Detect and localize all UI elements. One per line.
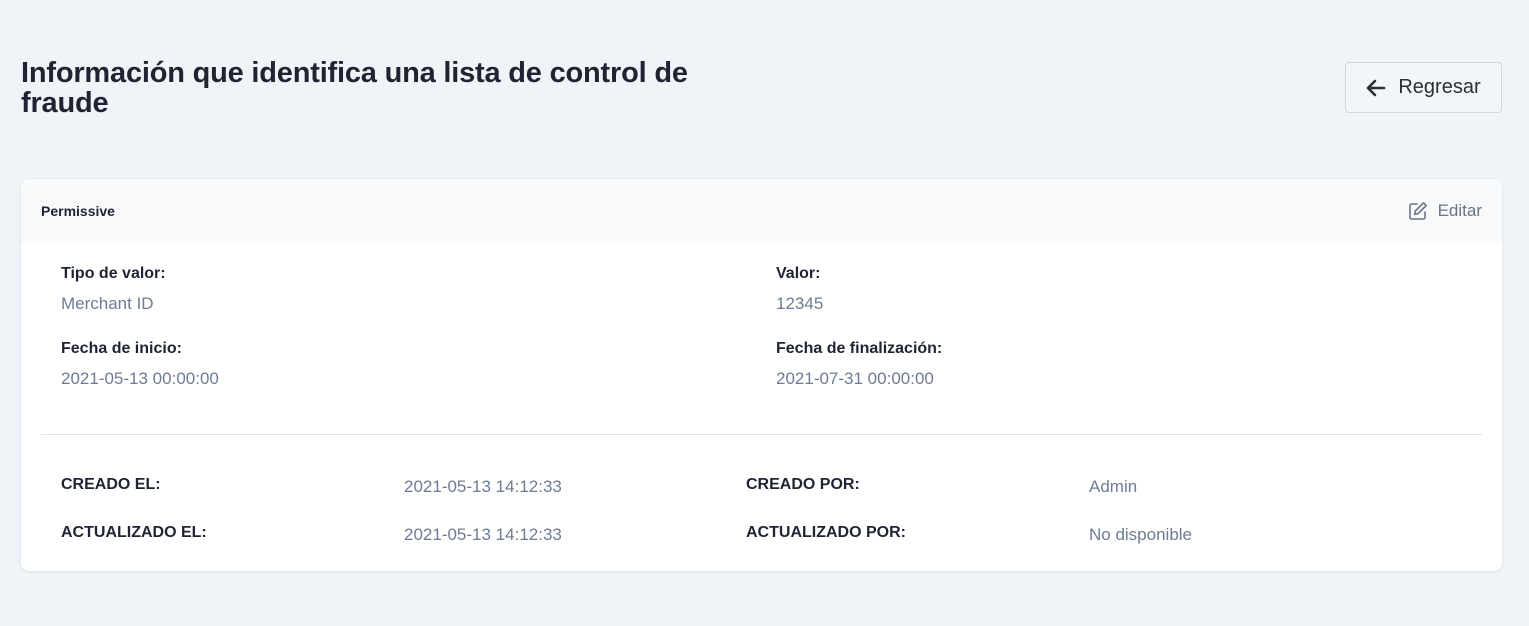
- created-by-label: CREADO POR:: [746, 476, 860, 493]
- card-header: Permissive Editar: [21, 179, 1502, 243]
- fraud-list-card: Permissive Editar Tipo de valor: Merchan…: [21, 179, 1502, 571]
- updated-by-value: No disponible: [1089, 525, 1193, 544]
- field-value: 2021-07-31 00:00:00: [776, 369, 934, 388]
- field-label: Tipo de valor:: [61, 265, 166, 282]
- updated-at-label: ACTUALIZADO EL:: [61, 524, 207, 541]
- updated-by-label: ACTUALIZADO POR:: [746, 524, 906, 541]
- field-start-date: Fecha de inicio: 2021-05-13 00:00:00: [61, 340, 219, 388]
- created-at-label: CREADO EL:: [61, 476, 161, 493]
- field-end-date: Fecha de finalización: 2021-07-31 00:00:…: [776, 340, 942, 388]
- card-title: Permissive: [41, 203, 115, 219]
- updated-at-value: 2021-05-13 14:12:33: [404, 525, 562, 544]
- back-button[interactable]: Regresar: [1345, 62, 1502, 113]
- pencil-square-icon: [1408, 201, 1428, 221]
- created-at-value: 2021-05-13 14:12:33: [404, 477, 562, 496]
- page-header: Información que identifica una lista de …: [21, 58, 1502, 118]
- arrow-left-icon: [1366, 79, 1386, 97]
- field-value: 2021-05-13 00:00:00: [61, 369, 219, 388]
- field-value: Valor: 12345: [776, 265, 823, 313]
- page-title: Información que identifica una lista de …: [21, 57, 688, 119]
- field-label: Fecha de inicio:: [61, 340, 182, 357]
- field-value: 12345: [776, 294, 824, 313]
- divider: [41, 434, 1482, 435]
- back-button-label: Regresar: [1398, 76, 1481, 98]
- edit-label: Editar: [1437, 201, 1482, 220]
- field-value: Merchant ID: [61, 294, 154, 313]
- field-label: Valor:: [776, 265, 821, 282]
- field-label: Fecha de finalización:: [776, 340, 943, 357]
- created-by-value: Admin: [1089, 477, 1138, 496]
- edit-button[interactable]: Editar: [1408, 201, 1482, 221]
- field-value-type: Tipo de valor: Merchant ID: [61, 265, 166, 313]
